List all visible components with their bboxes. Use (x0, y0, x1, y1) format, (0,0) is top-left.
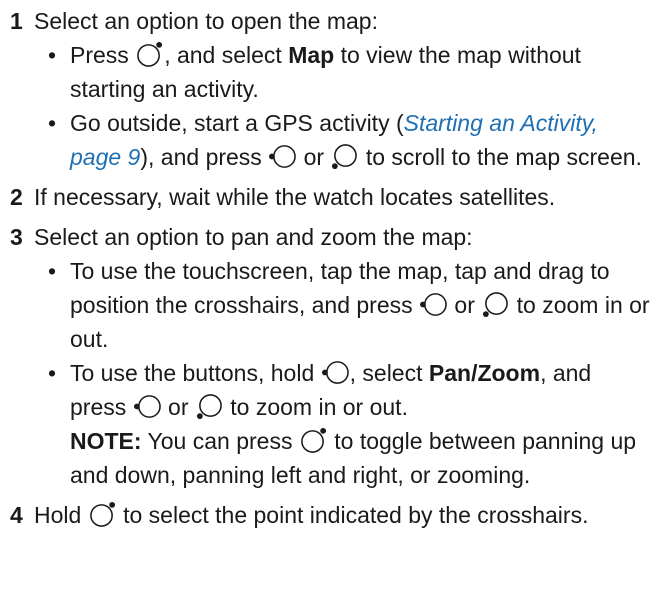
text-run: ), and press (140, 144, 269, 170)
watch-button-top-right-icon (300, 427, 327, 454)
step-number: 4 (10, 502, 23, 528)
menu-option-map: Map (288, 42, 335, 68)
step-number: 3 (10, 224, 23, 250)
text-run: Go outside, start a GPS activity ( (70, 110, 404, 136)
text-run: Press (70, 42, 136, 68)
watch-button-top-right-icon (89, 501, 116, 528)
step-text: Select an option to open the map: (34, 8, 378, 34)
step-number: 1 (10, 8, 23, 34)
note-label: NOTE: (70, 428, 142, 454)
step-2: 2 If necessary, wait while the watch loc… (0, 180, 650, 214)
watch-button-bottom-left-icon (482, 291, 509, 318)
text-run: to select the point indicated by the cro… (116, 502, 589, 528)
step-text: If necessary, wait while the watch locat… (34, 184, 556, 210)
watch-button-left-icon (322, 359, 349, 386)
list-item: • Go outside, start a GPS activity (Star… (34, 106, 650, 174)
watch-button-left-icon (420, 291, 447, 318)
list-item-text: Go outside, start a GPS activity (Starti… (70, 106, 650, 174)
step-body: Select an option to open the map: • Pres… (34, 4, 650, 174)
step-4: 4 Hold to select the point indicated by … (0, 498, 650, 532)
bullet: • (47, 42, 57, 68)
text-run: to scroll to the map screen. (359, 144, 642, 170)
list-item-text: To use the touchscreen, tap the map, tap… (70, 254, 650, 356)
step-3: 3 Select an option to pan and zoom the m… (0, 220, 650, 492)
watch-button-top-right-icon (136, 41, 163, 68)
text-run: to zoom in or out. (223, 394, 408, 420)
text-run: You can press (141, 428, 299, 454)
bullet: • (47, 258, 57, 284)
step-text: Hold to select the point indicated by th… (34, 498, 650, 532)
manual-page: 1 Select an option to open the map: • Pr… (0, 4, 650, 613)
text-run: or (161, 394, 195, 420)
menu-option-pan-zoom: Pan/Zoom (428, 360, 541, 386)
bullet: • (47, 360, 57, 386)
list-item-text: Press , and select Map to view the map w… (70, 38, 650, 106)
text-run: Hold (34, 502, 88, 528)
watch-button-bottom-left-icon (196, 393, 223, 420)
step-number: 2 (10, 184, 23, 210)
bullet: • (47, 110, 57, 136)
text-run: , and select (164, 42, 289, 68)
list-item-text: To use the buttons, hold , select Pan/Zo… (70, 356, 650, 492)
step-text: Select an option to pan and zoom the map… (34, 224, 473, 250)
text-run: To use the buttons, hold (70, 360, 321, 386)
step-1: 1 Select an option to open the map: • Pr… (0, 4, 650, 174)
text-run: or (297, 144, 331, 170)
list-item: • Press , and select Map to view the map… (34, 38, 650, 106)
text-run: or (448, 292, 482, 318)
list-item: • To use the buttons, hold , select Pan/… (34, 356, 650, 492)
text-run: , select (349, 360, 429, 386)
list-item: • To use the touchscreen, tap the map, t… (34, 254, 650, 356)
step-body: Select an option to pan and zoom the map… (34, 220, 650, 492)
watch-button-left-icon (269, 143, 296, 170)
watch-button-left-icon (134, 393, 161, 420)
watch-button-bottom-left-icon (331, 143, 358, 170)
